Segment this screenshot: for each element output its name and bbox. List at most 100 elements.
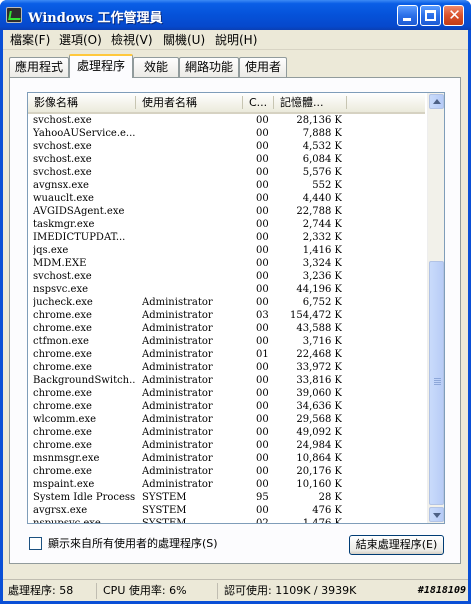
process-name: svchost.exe [33, 154, 92, 165]
status-cpu-usage: CPU 使用率: 6% [100, 583, 218, 599]
end-process-button[interactable]: 結束處理程序(E) [349, 535, 444, 555]
column-cpu[interactable]: C... [243, 93, 274, 112]
process-name: wlcomm.exe [33, 414, 96, 425]
process-memory: 22,468 K [296, 349, 342, 360]
column-image-name[interactable]: 影像名稱 [28, 93, 136, 112]
process-name: nspsvc.exe [33, 284, 89, 295]
close-button[interactable]: ✕ [443, 5, 464, 26]
column-user-name[interactable]: 使用者名稱 [136, 93, 243, 112]
minimize-button[interactable] [397, 5, 418, 26]
process-memory: 29,568 K [296, 414, 342, 425]
table-row[interactable]: mspaint.exe Administrator 00 10,160 K [28, 478, 425, 491]
process-user: Administrator [142, 427, 213, 438]
process-name: chrome.exe [33, 323, 92, 334]
tab-performance[interactable]: 效能 [133, 57, 179, 77]
table-row[interactable]: svchost.exe 00 28,136 K [28, 114, 425, 127]
scroll-up-button[interactable] [429, 94, 444, 109]
table-row[interactable]: svchost.exe 00 3,236 K [28, 270, 425, 283]
column-memory[interactable]: 記憶體... [274, 93, 347, 112]
process-cpu: 00 [256, 180, 269, 191]
tab-applications[interactable]: 應用程式 [9, 57, 69, 77]
table-row[interactable]: chrome.exe Administrator 00 34,636 K [28, 400, 425, 413]
show-all-users-label[interactable]: 顯示來自所有使用者的處理程序(S) [48, 537, 218, 550]
process-memory: 3,324 K [302, 258, 342, 269]
table-row[interactable]: IMEDICTUPDAT... 00 2,332 K [28, 231, 425, 244]
table-row[interactable]: jqs.exe 00 1,416 K [28, 244, 425, 257]
process-cpu: 00 [256, 115, 269, 126]
maximize-button[interactable] [420, 5, 441, 26]
table-row[interactable]: chrome.exe Administrator 00 33,972 K [28, 361, 425, 374]
table-row[interactable]: msnmsgr.exe Administrator 00 10,864 K [28, 452, 425, 465]
process-user: Administrator [142, 414, 213, 425]
process-memory: 20,176 K [296, 466, 342, 477]
process-cpu: 00 [256, 219, 269, 230]
table-row[interactable]: nspupsvc.exe SYSTEM 02 1,476 K [28, 517, 425, 523]
process-user: SYSTEM [142, 505, 187, 516]
process-user [142, 283, 242, 296]
process-memory: 33,972 K [296, 362, 342, 373]
table-row[interactable]: svchost.exe 00 4,532 K [28, 140, 425, 153]
processes-panel: 影像名稱 使用者名稱 C... 記憶體... svchost.exe 00 28,1… [9, 77, 461, 564]
table-row[interactable]: taskmgr.exe 00 2,744 K [28, 218, 425, 231]
process-memory: 44,196 K [296, 284, 342, 295]
process-cpu: 00 [256, 258, 269, 269]
table-row[interactable]: chrome.exe Administrator 01 22,468 K [28, 348, 425, 361]
process-user [142, 244, 242, 257]
table-row[interactable]: jucheck.exe Administrator 00 6,752 K [28, 296, 425, 309]
scroll-down-button[interactable] [429, 507, 444, 522]
menu-file[interactable]: 檔案(F) [5, 32, 55, 48]
menu-shutdown[interactable]: 關機(U) [158, 32, 210, 48]
tab-users[interactable]: 使用者 [239, 57, 287, 77]
table-row[interactable]: chrome.exe Administrator 03 154,472 K [28, 309, 425, 322]
process-memory: 39,060 K [296, 388, 342, 399]
table-row[interactable]: avgnsx.exe 00 552 K [28, 179, 425, 192]
table-row[interactable]: avgrsx.exe SYSTEM 00 476 K [28, 504, 425, 517]
table-row[interactable]: chrome.exe Administrator 00 39,060 K [28, 387, 425, 400]
table-row[interactable]: ctfmon.exe Administrator 00 3,716 K [28, 335, 425, 348]
table-row[interactable]: wlcomm.exe Administrator 00 29,568 K [28, 413, 425, 426]
title-bar[interactable]: Windows 工作管理員 ✕ [0, 0, 471, 30]
process-memory: 3,236 K [302, 271, 342, 282]
tab-networking[interactable]: 網路功能 [179, 57, 239, 77]
table-row[interactable]: chrome.exe Administrator 00 43,588 K [28, 322, 425, 335]
arrow-up-icon [433, 99, 441, 104]
table-row[interactable]: AVGIDSAgent.exe 00 22,788 K [28, 205, 425, 218]
process-user: Administrator [142, 466, 213, 477]
process-user: SYSTEM [142, 492, 187, 503]
table-row[interactable]: svchost.exe 00 5,576 K [28, 166, 425, 179]
process-name: mspaint.exe [33, 479, 95, 490]
tab-strip: 應用程式 處理程序 效能 網路功能 使用者 [9, 54, 461, 78]
process-name: avgrsx.exe [33, 505, 88, 516]
process-name: YahooAUService.e... [33, 128, 135, 139]
table-row[interactable]: chrome.exe Administrator 00 24,984 K [28, 439, 425, 452]
arrow-down-icon [433, 513, 441, 518]
table-row[interactable]: System Idle Process SYSTEM 95 28 K [28, 491, 425, 504]
tab-processes[interactable]: 處理程序 [69, 54, 133, 78]
process-user [142, 179, 242, 192]
menu-view[interactable]: 檢視(V) [106, 32, 158, 48]
table-row[interactable]: nspsvc.exe 00 44,196 K [28, 283, 425, 296]
process-user: Administrator [142, 375, 213, 386]
process-name: taskmgr.exe [33, 219, 95, 230]
scroll-thumb[interactable] [429, 261, 444, 505]
process-user: Administrator [142, 323, 213, 334]
vertical-scrollbar[interactable] [427, 93, 444, 523]
process-cpu: 00 [256, 167, 269, 178]
process-list[interactable]: 影像名稱 使用者名稱 C... 記憶體... svchost.exe 00 28,1… [27, 92, 445, 524]
task-manager-icon [6, 7, 22, 23]
menu-help[interactable]: 說明(H) [210, 32, 262, 48]
table-row[interactable]: chrome.exe Administrator 00 49,092 K [28, 426, 425, 439]
show-all-users-checkbox[interactable] [29, 537, 42, 550]
process-cpu: 00 [256, 323, 269, 334]
table-row[interactable]: MDM.EXE 00 3,324 K [28, 257, 425, 270]
table-row[interactable]: YahooAUService.e... 00 7,888 K [28, 127, 425, 140]
table-row[interactable]: wuauclt.exe 00 4,440 K [28, 192, 425, 205]
process-user [142, 153, 242, 166]
table-row[interactable]: BackgroundSwitch... Administrator 00 33,816… [28, 374, 425, 387]
table-row[interactable]: svchost.exe 00 6,084 K [28, 153, 425, 166]
close-icon: ✕ [448, 6, 461, 24]
table-row[interactable]: chrome.exe Administrator 00 20,176 K [28, 465, 425, 478]
process-user: Administrator [142, 362, 213, 373]
menu-options[interactable]: 選項(O) [54, 32, 107, 48]
process-cpu: 00 [256, 128, 269, 139]
